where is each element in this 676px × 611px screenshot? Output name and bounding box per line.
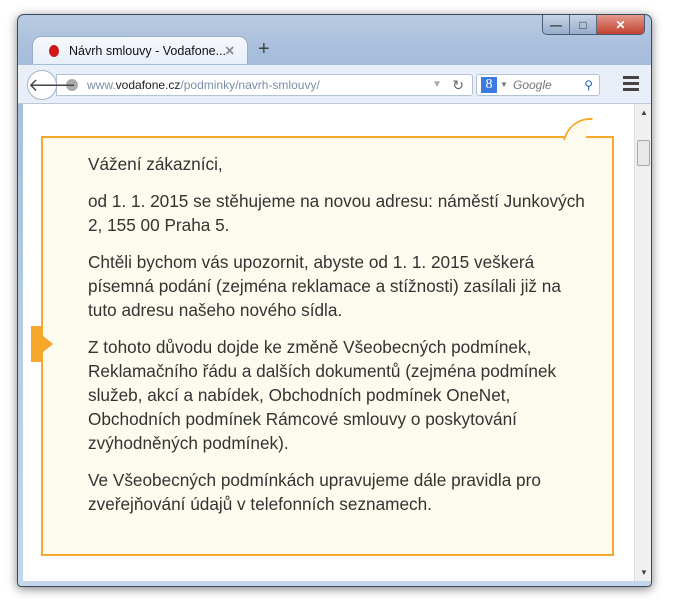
paragraph-changes: Z tohoto důvodu dojde ke změně Všeobecný…	[88, 337, 557, 453]
google-engine-icon[interactable]: 8	[481, 77, 497, 93]
close-tab-icon[interactable]: ✕	[225, 43, 235, 58]
new-tab-button[interactable]: +	[258, 38, 270, 61]
minimize-button[interactable]: —	[543, 15, 570, 34]
tab-active[interactable]: Návrh smlouvy - Vodafone... ✕	[32, 36, 248, 64]
reload-icon[interactable]: ↻	[452, 75, 464, 95]
close-window-button[interactable]: ✕	[597, 15, 644, 34]
url-path: /podminky/navrh-smlouvy/	[180, 78, 320, 92]
address-bar[interactable]: www.vodafone.cz/podminky/navrh-smlouvy/ …	[56, 74, 473, 96]
vodafone-favicon-icon	[49, 44, 59, 57]
url-domain: vodafone.cz	[115, 78, 181, 92]
hamburger-menu-icon[interactable]	[623, 76, 639, 94]
history-dropdown-icon[interactable]: ▼	[432, 75, 442, 95]
scroll-down-icon[interactable]: ▼	[640, 568, 648, 577]
paragraph-greeting: Vážení zákazníci,	[88, 154, 223, 174]
tab-title: Návrh smlouvy - Vodafone...	[69, 43, 227, 58]
browser-window: — □ ✕ Návrh smlouvy - Vodafone... ✕ + ww…	[17, 14, 652, 587]
maximize-button[interactable]: □	[570, 15, 597, 34]
search-box[interactable]: 8 ▼ Google ⚲	[476, 74, 600, 96]
scrollbar-thumb[interactable]	[637, 140, 650, 166]
search-placeholder: Google	[513, 78, 552, 92]
arrow-marker-icon	[31, 326, 53, 362]
window-controls: — □ ✕	[542, 15, 645, 35]
scroll-up-icon[interactable]: ▲	[640, 108, 648, 117]
vertical-scrollbar[interactable]: ▲ ▼	[634, 104, 651, 581]
notice-text: Vážení zákazníci, od 1. 1. 2015 se stěhu…	[88, 152, 588, 529]
navigation-toolbar: www.vodafone.cz/podminky/navrh-smlouvy/ …	[18, 64, 651, 104]
paragraph-address: od 1. 1. 2015 se stěhujeme na novou adre…	[88, 191, 585, 235]
paragraph-directories: Ve Všeobecných podmínkách upravujeme dál…	[88, 470, 541, 514]
search-icon[interactable]: ⚲	[584, 75, 593, 95]
paragraph-notice: Chtěli bychom vás upozornit, abyste od 1…	[88, 252, 561, 320]
back-button[interactable]: 🡐	[27, 70, 76, 100]
page-content: Vážení zákazníci, od 1. 1. 2015 se stěhu…	[23, 104, 647, 581]
url-prefix: www.	[87, 78, 116, 92]
engine-dropdown-icon[interactable]: ▼	[500, 75, 508, 95]
